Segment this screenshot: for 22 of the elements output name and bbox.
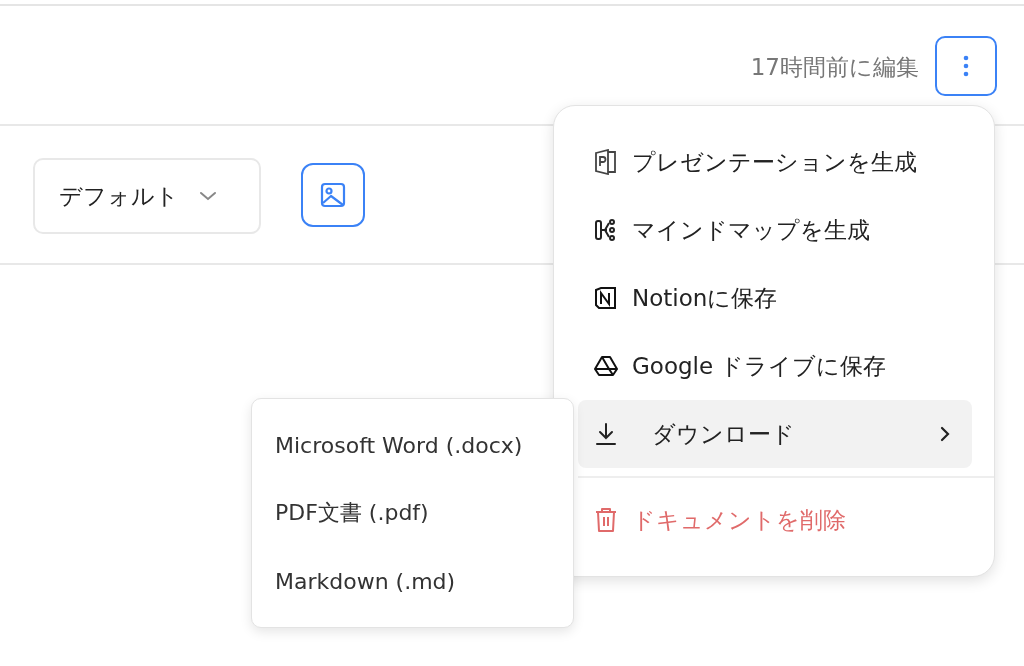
download-icon <box>594 422 618 446</box>
image-icon <box>320 182 346 208</box>
trash-icon <box>594 507 618 533</box>
chevron-right-icon <box>940 426 950 442</box>
mindmap-icon <box>594 218 618 242</box>
image-button[interactable] <box>301 163 365 227</box>
menu-item[interactable]: マインドマップを生成 <box>578 196 972 264</box>
drive-icon <box>594 355 618 377</box>
notion-icon <box>594 286 618 310</box>
menu-item[interactable]: プレゼンテーションを生成 <box>578 128 972 196</box>
edited-time: 17時間前に編集 <box>750 53 919 82</box>
more-icon <box>963 55 969 77</box>
submenu-item[interactable]: Markdown (.md) <box>252 547 573 615</box>
submenu-item[interactable]: Microsoft Word (.docx) <box>252 411 573 479</box>
style-select[interactable]: デフォルト <box>33 158 261 234</box>
menu-item[interactable]: Google ドライブに保存 <box>578 332 972 400</box>
submenu-item[interactable]: PDF文書 (.pdf) <box>252 479 573 547</box>
chevron-down-icon <box>199 191 217 201</box>
menu-item[interactable]: ダウンロード <box>578 400 972 468</box>
menu-item[interactable]: Notionに保存 <box>578 264 972 332</box>
slides-icon <box>594 149 618 175</box>
more-button[interactable] <box>935 36 997 96</box>
